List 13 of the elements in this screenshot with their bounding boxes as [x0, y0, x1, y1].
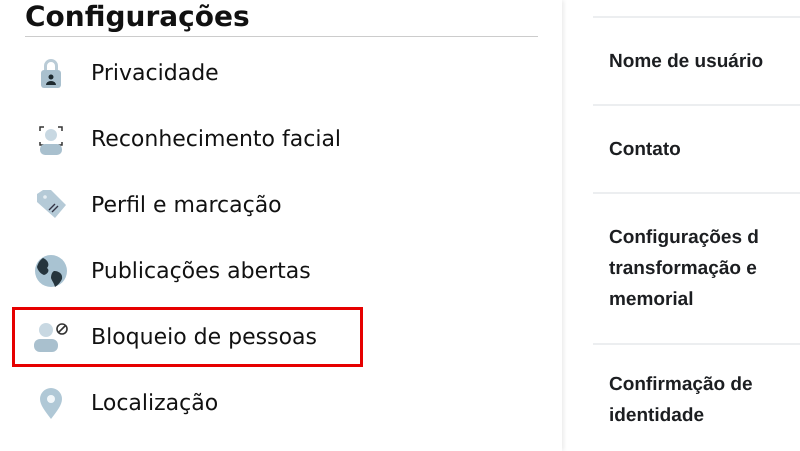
menu-item[interactable]: Reconhecimento facial	[12, 109, 363, 169]
page-heading: Configurações	[25, 0, 538, 37]
blocked-person-icon	[31, 320, 71, 354]
menu-item[interactable]: Publicações abertas	[12, 241, 363, 301]
settings-row[interactable]: Nome de usuário	[593, 16, 800, 104]
settings-row[interactable]: Confirmação de identidade	[593, 343, 800, 451]
settings-row[interactable]: Configurações d transformação e memorial	[593, 192, 800, 343]
menu-item[interactable]: Localização	[12, 373, 363, 433]
settings-row[interactable]: Contato	[593, 104, 800, 192]
menu-item[interactable]: Privacidade	[12, 43, 363, 103]
menu-item[interactable]: Perfil e marcação	[12, 175, 363, 235]
globe-icon	[34, 254, 68, 288]
highlighted-menu-item[interactable]: Bloqueio de pessoas	[12, 307, 363, 367]
